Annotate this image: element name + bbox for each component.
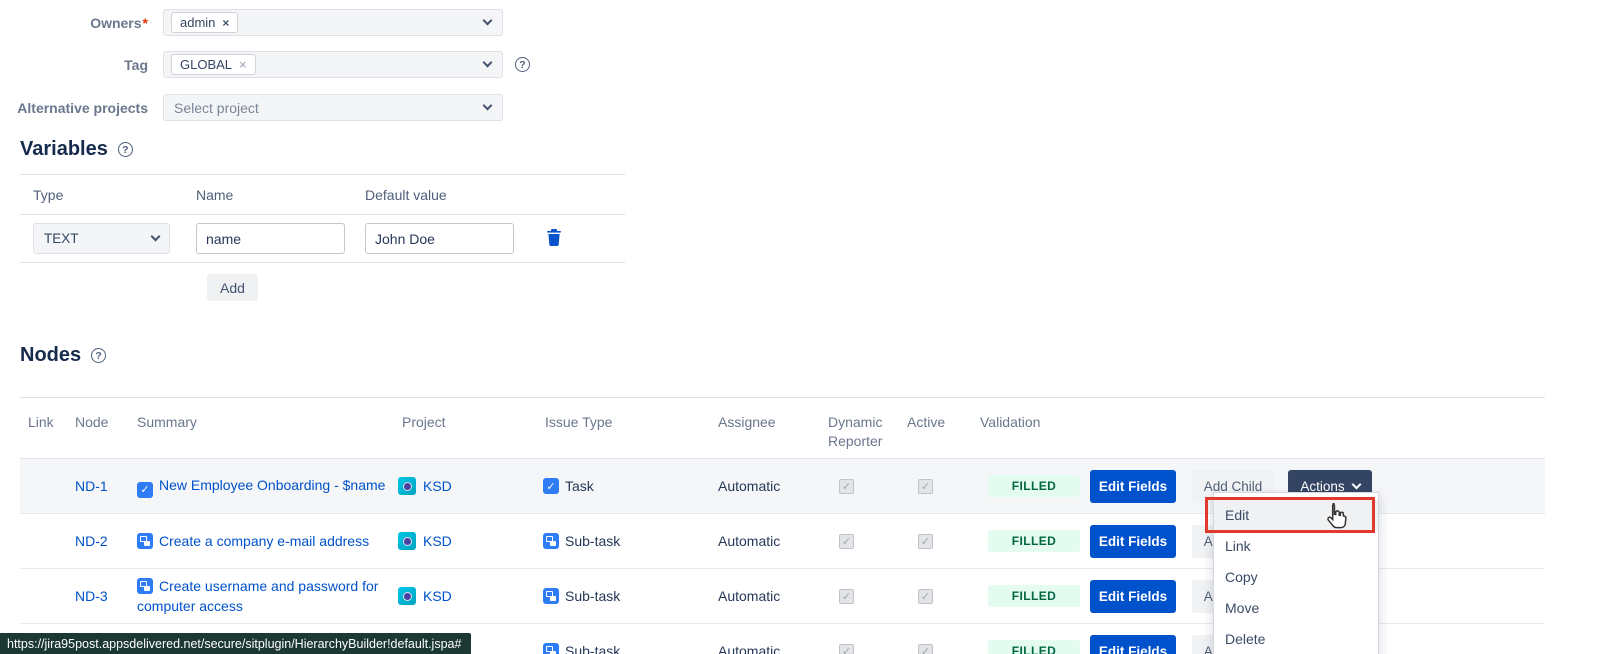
edit-fields-button[interactable]: Edit Fields bbox=[1090, 580, 1176, 613]
variable-name-input[interactable] bbox=[196, 223, 345, 254]
chevron-down-icon bbox=[483, 58, 493, 68]
chip-remove-icon[interactable]: × bbox=[222, 17, 229, 29]
assignee-label: Automatic bbox=[718, 588, 780, 604]
summary-link[interactable]: Create username and password for compute… bbox=[137, 576, 387, 616]
menu-item-copy[interactable]: Copy bbox=[1214, 562, 1378, 593]
task-icon: ✓ bbox=[543, 478, 559, 494]
node-link[interactable]: ND-3 bbox=[75, 588, 108, 604]
column-node: Node bbox=[67, 413, 130, 458]
column-summary: Summary bbox=[130, 413, 390, 458]
assignee-label: Automatic bbox=[718, 643, 780, 654]
validation-badge: FILLED bbox=[988, 585, 1080, 607]
tag-select[interactable]: GLOBAL × bbox=[163, 51, 503, 78]
subtask-icon bbox=[137, 533, 153, 549]
validation-badge: FILLED bbox=[988, 475, 1080, 497]
assignee-label: Automatic bbox=[718, 478, 780, 494]
project-link[interactable]: KSD bbox=[423, 478, 452, 494]
variable-row: TEXT bbox=[20, 215, 625, 263]
dynamic-reporter-checkbox[interactable]: ✓ bbox=[839, 644, 854, 654]
active-checkbox[interactable]: ✓ bbox=[918, 534, 933, 549]
project-link[interactable]: KSD bbox=[423, 588, 452, 604]
active-checkbox[interactable]: ✓ bbox=[918, 479, 933, 494]
variables-section: Variables ? Type Name Default value TEXT bbox=[20, 138, 625, 301]
alternative-projects-label: Alternative projects bbox=[0, 100, 148, 116]
project-avatar-icon bbox=[398, 532, 416, 550]
variable-type-select[interactable]: TEXT bbox=[33, 223, 170, 254]
alternative-projects-field-row: Alternative projects Select project bbox=[0, 94, 503, 121]
issue-type-label: Sub-task bbox=[565, 643, 620, 654]
validation-badge: FILLED bbox=[988, 530, 1080, 552]
node-link[interactable]: ND-2 bbox=[75, 533, 108, 549]
edit-fields-button[interactable]: Edit Fields bbox=[1090, 470, 1176, 503]
chip-remove-icon[interactable]: × bbox=[239, 58, 247, 71]
chevron-down-icon bbox=[483, 16, 493, 26]
subtask-icon bbox=[543, 588, 559, 604]
edit-fields-button[interactable]: Edit Fields bbox=[1090, 525, 1176, 558]
chevron-down-icon bbox=[151, 232, 161, 242]
nodes-table-header: Link Node Summary Project Issue Type Ass… bbox=[20, 397, 1545, 459]
variables-table: Type Name Default value TEXT bbox=[20, 174, 625, 263]
project-avatar-icon bbox=[398, 477, 416, 495]
column-name: Name bbox=[183, 187, 352, 203]
edit-fields-button[interactable]: Edit Fields bbox=[1090, 635, 1176, 654]
summary-link[interactable]: Create a company e-mail address bbox=[137, 531, 369, 551]
subtask-icon bbox=[137, 578, 153, 594]
dynamic-reporter-checkbox[interactable]: ✓ bbox=[839, 479, 854, 494]
alternative-projects-select[interactable]: Select project bbox=[163, 94, 503, 121]
column-validation: Validation bbox=[960, 413, 1080, 458]
task-icon: ✓ bbox=[137, 482, 153, 498]
dynamic-reporter-checkbox[interactable]: ✓ bbox=[839, 589, 854, 604]
tag-field-row: Tag GLOBAL × ? bbox=[0, 51, 530, 78]
column-project: Project bbox=[390, 413, 535, 458]
column-active: Active bbox=[890, 413, 960, 458]
trash-icon bbox=[547, 229, 561, 246]
dynamic-reporter-checkbox[interactable]: ✓ bbox=[839, 534, 854, 549]
issue-type-label: Task bbox=[565, 478, 594, 494]
tag-label: Tag bbox=[0, 57, 148, 73]
subtask-icon bbox=[543, 643, 559, 654]
node-link[interactable]: ND-1 bbox=[75, 478, 108, 494]
variable-default-value-input[interactable] bbox=[365, 223, 514, 254]
menu-item-move[interactable]: Move bbox=[1214, 593, 1378, 624]
variables-table-header: Type Name Default value bbox=[20, 175, 625, 215]
variables-heading: Variables ? bbox=[20, 138, 625, 161]
browser-status-bar: https://jira95post.appsdelivered.net/sec… bbox=[0, 633, 471, 654]
active-checkbox[interactable]: ✓ bbox=[918, 644, 933, 654]
owners-label: Owners* bbox=[0, 15, 148, 31]
owners-field-row: Owners* admin × bbox=[0, 9, 503, 36]
help-icon[interactable]: ? bbox=[515, 57, 530, 72]
owners-chip-admin[interactable]: admin × bbox=[171, 12, 238, 33]
column-type: Type bbox=[20, 187, 183, 203]
chevron-down-icon bbox=[483, 101, 493, 111]
owners-select[interactable]: admin × bbox=[163, 9, 503, 36]
issue-type-label: Sub-task bbox=[565, 533, 620, 549]
help-icon[interactable]: ? bbox=[91, 348, 106, 363]
issue-type-label: Sub-task bbox=[565, 588, 620, 604]
actions-dropdown-menu: Edit Link Copy Move Delete bbox=[1213, 492, 1379, 654]
column-assignee: Assignee bbox=[710, 413, 820, 458]
status-url: https://jira95post.appsdelivered.net/sec… bbox=[7, 637, 461, 651]
help-icon[interactable]: ? bbox=[118, 142, 133, 157]
menu-item-link[interactable]: Link bbox=[1214, 531, 1378, 562]
summary-link[interactable]: ✓New Employee Onboarding - $name bbox=[137, 475, 385, 498]
column-dynamic-reporter: Dynamic Reporter bbox=[820, 413, 890, 458]
column-default-value: Default value bbox=[352, 187, 625, 203]
add-variable-button[interactable]: Add bbox=[207, 274, 258, 301]
subtask-icon bbox=[543, 533, 559, 549]
menu-item-delete[interactable]: Delete bbox=[1214, 624, 1378, 654]
project-link[interactable]: KSD bbox=[423, 533, 452, 549]
active-checkbox[interactable]: ✓ bbox=[918, 589, 933, 604]
select-placeholder: Select project bbox=[171, 100, 259, 116]
column-issue-type: Issue Type bbox=[535, 413, 710, 458]
validation-badge: FILLED bbox=[988, 640, 1080, 654]
required-asterisk: * bbox=[143, 15, 148, 31]
column-link: Link bbox=[20, 413, 67, 458]
tag-chip-global[interactable]: GLOBAL × bbox=[171, 54, 256, 75]
menu-item-edit[interactable]: Edit bbox=[1214, 500, 1378, 531]
project-avatar-icon bbox=[398, 587, 416, 605]
assignee-label: Automatic bbox=[718, 533, 780, 549]
nodes-heading: Nodes ? bbox=[20, 344, 1545, 367]
chevron-down-icon bbox=[1351, 479, 1361, 489]
delete-variable-button[interactable] bbox=[547, 229, 561, 247]
